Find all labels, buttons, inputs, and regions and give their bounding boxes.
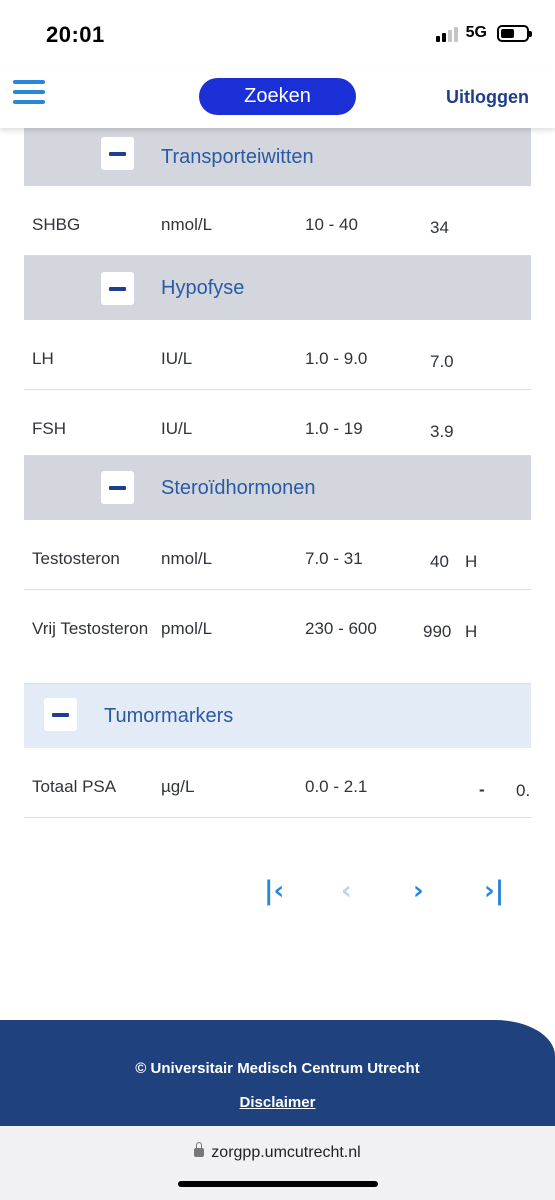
search-button[interactable]: Zoeken xyxy=(199,78,356,115)
lab-results-list: Transporteiwitten SHBG nmol/L 10 - 40 34… xyxy=(24,128,531,818)
test-unit: nmol/L xyxy=(161,549,213,568)
group-title: Tumormarkers xyxy=(104,704,234,727)
group-title: Transporteiwitten xyxy=(161,145,314,168)
result-row: Totaal PSA µg/L 0.0 - 2.1 - 0. xyxy=(24,748,531,818)
home-indicator[interactable] xyxy=(178,1181,378,1187)
reference-range: 0.0 - 2.1 xyxy=(305,777,368,796)
result-row: SHBG nmol/L 10 - 40 34 xyxy=(24,186,531,256)
reference-range: 230 - 600 xyxy=(305,619,377,638)
group-header-steroidhormonen[interactable]: Steroïdhormonen xyxy=(24,456,531,520)
result-row: FSH IU/L 1.0 - 19 3.9 xyxy=(24,390,531,456)
test-unit: pmol/L xyxy=(161,619,213,638)
group-title: Hypofyse xyxy=(161,276,245,299)
reference-range: 1.0 - 19 xyxy=(305,419,363,438)
first-page-icon[interactable]: |‹ xyxy=(264,876,284,906)
result-value: 34 xyxy=(430,218,449,237)
test-name: LH xyxy=(32,349,54,368)
result-value: - xyxy=(479,780,485,799)
next-page-icon[interactable]: › xyxy=(413,876,424,906)
collapse-icon[interactable] xyxy=(101,272,134,305)
pagination: |‹ ‹ › ›| xyxy=(0,876,555,906)
test-name: Vrij Testosteron xyxy=(32,619,149,638)
result-row: Vrij Testosteron pmol/L 230 - 600 990 H xyxy=(24,590,531,684)
browser-address-bar[interactable]: zorgpp.umcutrecht.nl xyxy=(0,1126,555,1200)
status-time: 20:01 xyxy=(46,22,105,47)
result-row: LH IU/L 1.0 - 9.0 7.0 xyxy=(24,320,531,390)
collapse-icon[interactable] xyxy=(44,698,77,731)
reference-range: 10 - 40 xyxy=(305,215,358,234)
status-bar: 20:01 5G xyxy=(0,0,555,70)
result-flag: H xyxy=(465,622,478,641)
test-name: Totaal PSA xyxy=(32,777,117,796)
status-indicators: 5G xyxy=(435,24,532,42)
result-value: 990 xyxy=(423,622,452,641)
previous-page-icon[interactable]: ‹ xyxy=(341,876,352,906)
collapse-icon[interactable] xyxy=(101,471,134,504)
logout-link[interactable]: Uitloggen xyxy=(446,87,529,108)
collapse-icon[interactable] xyxy=(101,137,134,170)
lock-icon xyxy=(194,1142,205,1157)
test-name: Testosteron xyxy=(32,549,120,568)
test-unit: nmol/L xyxy=(161,215,213,234)
result-value: 40 xyxy=(430,552,449,571)
result-value-truncated: 0. xyxy=(516,781,531,800)
signal-icon xyxy=(435,24,458,42)
group-header-hypofyse[interactable]: Hypofyse xyxy=(24,256,531,320)
network-label: 5G xyxy=(465,24,487,41)
test-name: FSH xyxy=(32,419,66,438)
app-header: Zoeken Uitloggen xyxy=(0,70,555,128)
group-title: Steroïdhormonen xyxy=(161,476,316,499)
group-header-tumormarkers[interactable]: Tumormarkers xyxy=(24,684,531,748)
test-name: SHBG xyxy=(32,215,81,234)
result-value: 7.0 xyxy=(430,352,454,371)
footer: © Universitair Medisch Centrum Utrecht D… xyxy=(0,1020,555,1126)
url-container[interactable]: zorgpp.umcutrecht.nl xyxy=(0,1142,555,1162)
url-text[interactable]: zorgpp.umcutrecht.nl xyxy=(211,1144,360,1161)
disclaimer-link[interactable]: Disclaimer xyxy=(0,1094,555,1111)
last-page-icon[interactable]: ›| xyxy=(484,876,504,906)
test-unit: IU/L xyxy=(161,419,193,438)
test-unit: µg/L xyxy=(161,777,195,796)
result-row: Testosteron nmol/L 7.0 - 31 40 H xyxy=(24,520,531,590)
test-unit: IU/L xyxy=(161,349,193,368)
copyright-text: © Universitair Medisch Centrum Utrecht xyxy=(135,1060,420,1077)
reference-range: 1.0 - 9.0 xyxy=(305,349,368,368)
hamburger-menu-icon[interactable] xyxy=(13,80,45,106)
group-header-transporteiwitten[interactable]: Transporteiwitten xyxy=(24,128,531,186)
battery-icon xyxy=(497,24,532,42)
result-flag: H xyxy=(465,552,478,571)
result-value: 3.9 xyxy=(430,422,454,441)
reference-range: 7.0 - 31 xyxy=(305,549,363,568)
